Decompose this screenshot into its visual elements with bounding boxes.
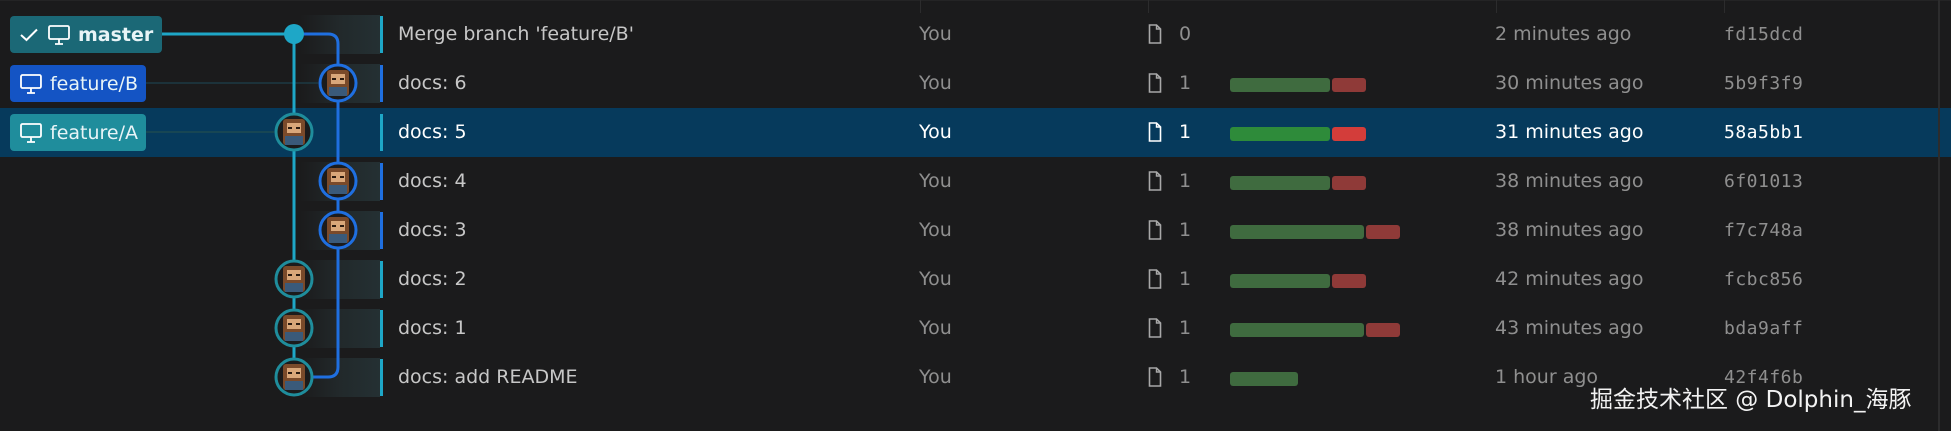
changed-files-count: 1 xyxy=(1179,268,1192,290)
commit-date: 42 minutes ago xyxy=(1495,268,1644,290)
changed-files-count: 0 xyxy=(1179,23,1192,45)
changed-files-count: 1 xyxy=(1179,72,1192,94)
file-icon xyxy=(1148,24,1162,44)
branch-name-feature-b: feature/B xyxy=(49,72,138,95)
avatar-eye xyxy=(296,274,300,276)
changed-files-count: 1 xyxy=(1179,121,1192,143)
branch-badge-feature-a[interactable]: feature/A xyxy=(10,114,146,151)
avatar-eye xyxy=(288,274,292,276)
commit-sha: 6f01013 xyxy=(1724,171,1804,192)
commit-date: 38 minutes ago xyxy=(1495,219,1644,241)
file-icon xyxy=(1148,73,1162,93)
branch-badge-master[interactable]: master xyxy=(10,16,162,53)
commit-message: docs: 3 xyxy=(398,219,467,241)
avatar-eye xyxy=(296,323,300,325)
watermark: 掘金技术社区 @ Dolphin_海豚 xyxy=(1590,387,1912,413)
commit-sha: bda9aff xyxy=(1724,318,1804,339)
commit-sha: 5b9f3f9 xyxy=(1724,73,1804,94)
changed-files-count: 1 xyxy=(1179,317,1192,339)
commit-author: You xyxy=(919,170,952,192)
commit-author: You xyxy=(919,23,952,45)
commit-message: Merge branch 'feature/B' xyxy=(398,23,634,45)
commit-sha: fcbc856 xyxy=(1724,269,1804,290)
commit-message: docs: 2 xyxy=(398,268,467,290)
additions-bar xyxy=(1230,372,1298,386)
commit-author: You xyxy=(919,317,952,339)
commit-date: 1 hour ago xyxy=(1495,366,1599,388)
branch-name-master: master xyxy=(78,23,154,46)
avatar-eye xyxy=(332,225,336,227)
avatar-eye xyxy=(296,127,300,129)
commit-date: 38 minutes ago xyxy=(1495,170,1644,192)
additions-bar xyxy=(1230,323,1364,337)
deletions-bar xyxy=(1366,225,1400,239)
commit-author: You xyxy=(919,268,952,290)
commit-message: docs: add README xyxy=(398,366,578,388)
commit-date: 31 minutes ago xyxy=(1495,121,1644,143)
avatar-eye xyxy=(340,78,344,80)
avatar-body xyxy=(329,87,347,96)
file-icon xyxy=(1148,318,1162,338)
changed-files-count: 1 xyxy=(1179,170,1192,192)
avatar-eye xyxy=(296,372,300,374)
scrollbar-track[interactable] xyxy=(1938,0,1940,431)
avatar-eye xyxy=(340,176,344,178)
deletions-bar xyxy=(1332,78,1366,92)
avatar-eye xyxy=(332,78,336,80)
branch-name-feature-a: feature/A xyxy=(50,121,138,144)
deletions-bar xyxy=(1332,176,1366,190)
branch-badge-feature-b[interactable]: feature/B xyxy=(10,65,146,102)
computer-icon xyxy=(20,122,42,143)
avatar-eye xyxy=(288,323,292,325)
commit-author: You xyxy=(919,121,952,143)
avatar-body xyxy=(285,283,303,292)
additions-bar xyxy=(1230,176,1330,190)
avatar-body xyxy=(285,136,303,145)
deletions-bar xyxy=(1366,323,1400,337)
deletions-bar xyxy=(1332,127,1366,141)
commit-sha: fd15dcd xyxy=(1724,24,1804,45)
commit-sha: f7c748a xyxy=(1724,220,1804,241)
avatar-eye xyxy=(288,127,292,129)
computer-icon xyxy=(20,73,42,94)
deletions-bar xyxy=(1332,274,1366,288)
commit-message: docs: 1 xyxy=(398,317,467,339)
additions-bar xyxy=(1230,127,1330,141)
additions-bar xyxy=(1230,274,1330,288)
avatar-eye xyxy=(340,225,344,227)
changed-files-count: 1 xyxy=(1179,219,1192,241)
file-icon xyxy=(1148,367,1162,387)
commit-sha: 58a5bb1 xyxy=(1724,122,1804,143)
commit-date: 43 minutes ago xyxy=(1495,317,1644,339)
avatar-eye xyxy=(288,372,292,374)
additions-bar xyxy=(1230,225,1364,239)
commit-author: You xyxy=(919,219,952,241)
commit-author: You xyxy=(919,366,952,388)
commit-message: docs: 6 xyxy=(398,72,467,94)
changed-files-count: 1 xyxy=(1179,366,1192,388)
commit-date: 2 minutes ago xyxy=(1495,23,1632,45)
file-icon xyxy=(1148,220,1162,240)
commit-date: 30 minutes ago xyxy=(1495,72,1644,94)
commit-graph-view: Merge branch 'feature/B' You 0 2 minutes ag… xyxy=(0,0,1951,431)
additions-bar xyxy=(1230,78,1330,92)
check-icon xyxy=(20,28,38,41)
commit-message: docs: 4 xyxy=(398,170,467,192)
avatar-body xyxy=(285,332,303,341)
avatar-body xyxy=(285,381,303,390)
file-icon xyxy=(1148,269,1162,289)
avatar-eye xyxy=(332,176,336,178)
file-icon xyxy=(1148,122,1162,142)
commit-author: You xyxy=(919,72,952,94)
avatar-body xyxy=(329,234,347,243)
merge-commit-node xyxy=(284,24,304,44)
avatar-body xyxy=(329,185,347,194)
file-icon xyxy=(1148,171,1162,191)
computer-icon xyxy=(48,24,70,45)
commit-message: docs: 5 xyxy=(398,121,467,143)
